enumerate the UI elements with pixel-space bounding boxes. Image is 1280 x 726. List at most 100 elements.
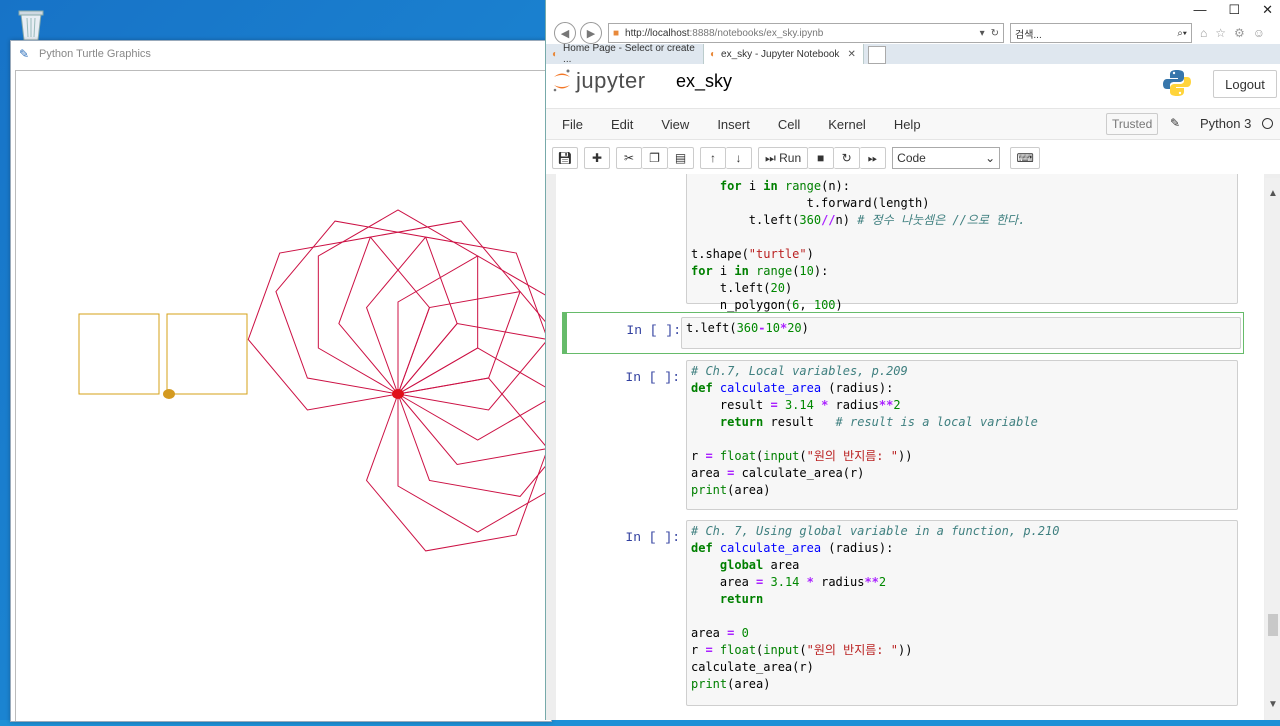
cell-code[interactable]: for i in range(n): t.forward(length) t.l… [687,174,1237,316]
home-icon[interactable]: ⌂ [1200,26,1207,40]
code-cell[interactable]: In [ ]: # Ch.7, Local variables, p.209 d… [562,360,1244,510]
tab-label: ex_sky - Jupyter Notebook [721,48,840,60]
turtle-canvas [15,70,580,721]
cell-type-select[interactable]: Code ⌄ [892,147,1001,169]
address-bar[interactable]: ■ http://localhost:8888/notebooks/ex_sky… [608,23,1004,43]
tab-ex-sky[interactable]: ◐ ex_sky - Jupyter Notebook ✕ [704,44,864,64]
jupyter-header: jupyter ex_sky Logout [546,64,1280,104]
code-cell[interactable]: In [ ]: # Ch. 7, Using global variable i… [562,520,1244,706]
turtle-icon [163,389,175,399]
new-tab-button[interactable] [868,46,886,64]
menubar: File Edit View Insert Cell Kernel Help T… [546,108,1280,140]
code-line: t.forward(length) [748,196,930,210]
dropdown-icon[interactable]: ▾ [980,28,985,39]
feather-icon: ✎ [19,47,30,61]
scroll-up-icon[interactable]: ▲ [1268,188,1278,199]
notebook-name[interactable]: ex_sky [676,71,732,92]
url-host: http://localhost [625,27,690,39]
python-logo-icon [1163,70,1191,96]
cell-code[interactable]: t.left(360-10*20) [682,318,1240,339]
code-cell[interactable]: for i in range(n): t.forward(length) t.l… [562,174,1244,312]
keyboard-icon[interactable]: ⌨ [1010,147,1041,169]
chevron-down-icon: ⌄ [985,151,996,165]
refresh-icon[interactable]: ↻ [991,28,999,39]
cell-input[interactable]: # Ch.7, Local variables, p.209 def calcu… [686,360,1238,510]
stop-icon[interactable]: ■ [808,147,835,169]
cell-type-value: Code [897,151,926,165]
edit-pencil-icon[interactable]: ✎ [1170,116,1180,130]
vertical-scrollbar[interactable]: ▲ ▼ [1265,178,1280,720]
close-icon[interactable]: ✕ [1262,2,1273,18]
scrollbar-thumb[interactable] [1268,614,1278,636]
cut-icon[interactable]: ✂ [616,147,642,169]
jupyter-logo-text: jupyter [576,68,646,93]
menu-help[interactable]: Help [878,117,933,132]
step-forward-icon: ⏭︎ [765,150,780,165]
minimize-icon[interactable]: — [1193,2,1206,18]
turtle-graphics-window[interactable]: ✎ Python Turtle Graphics [10,40,580,722]
menu-edit[interactable]: Edit [595,117,645,132]
smiley-icon[interactable]: ☺ [1253,26,1265,40]
menu-file[interactable]: File [546,117,595,132]
move-up-icon[interactable]: ↑ [700,147,726,169]
jupyter-logo-icon [553,69,570,92]
paste-icon[interactable]: ▤ [668,147,694,169]
tab-favicon-icon: ◐ [552,48,559,60]
notebook-area: for i in range(n): t.forward(length) t.l… [546,174,1280,720]
back-arrow-icon[interactable]: ◀ [554,22,576,44]
notebook-page: for i in range(n): t.forward(length) t.l… [556,174,1264,720]
turtle-window-titlebar[interactable]: ✎ Python Turtle Graphics [11,41,551,67]
code-cell-selected[interactable]: In [ ]: t.left(360-10*20) [562,312,1244,354]
hexagon-shape [397,255,558,441]
tab-favicon-icon: ◐ [710,48,717,60]
hexagon-shape [397,347,558,533]
scroll-down-icon[interactable]: ▼ [1268,699,1278,710]
jupyter-logo[interactable]: jupyter [552,68,646,94]
turtle-drawing [78,209,580,552]
square-shape [78,313,160,395]
run-label: Run [779,151,802,165]
search-placeholder: 검색... [1015,29,1042,41]
favorites-star-icon[interactable]: ☆ [1215,26,1226,40]
move-down-icon[interactable]: ↓ [726,147,752,169]
cell-code[interactable]: # Ch. 7, Using global variable in a func… [687,521,1237,695]
fast-forward-icon[interactable]: ⏩︎ [860,147,887,169]
kernel-status-icon [1262,118,1273,129]
cell-input[interactable]: t.left(360-10*20) [681,317,1241,349]
browser-window[interactable]: — ☐ ✕ ◀ ▶ ■ http://localhost:8888/notebo… [545,0,1280,720]
search-icon[interactable]: ⌕▾ [1177,28,1187,39]
cell-input[interactable]: # Ch. 7, Using global variable in a func… [686,520,1238,706]
logout-button[interactable]: Logout [1213,70,1277,98]
tab-label: Home Page - Select or create ... [563,43,695,65]
recycle-bin-icon[interactable] [14,6,48,42]
menu-cell[interactable]: Cell [762,117,812,132]
search-input[interactable]: 검색... ⌕▾ [1010,23,1192,43]
menu-insert[interactable]: Insert [701,117,762,132]
page-icon: ■ [613,27,620,39]
save-icon[interactable]: 💾︎ [552,147,578,169]
cell-prompt: In [ ]: [625,370,680,385]
cell-prompt: In [ ]: [625,530,680,545]
menu-kernel[interactable]: Kernel [812,117,878,132]
menu-view[interactable]: View [645,117,701,132]
kernel-name: Python 3 [1200,116,1252,131]
restart-icon[interactable]: ↻ [834,147,861,169]
maximize-icon[interactable]: ☐ [1228,2,1240,18]
tab-close-icon[interactable]: ✕ [847,49,855,60]
cell-code[interactable]: # Ch.7, Local variables, p.209 def calcu… [687,361,1237,501]
forward-arrow-icon[interactable]: ▶ [580,22,602,44]
cell-input[interactable]: for i in range(n): t.forward(length) t.l… [686,174,1238,312]
run-button[interactable]: ⏭︎ Run [758,147,809,169]
url-path: :8888/notebooks/ex_sky.ipynb [689,27,824,39]
settings-gear-icon[interactable]: ⚙ [1234,26,1245,40]
turtle-window-title: Python Turtle Graphics [39,48,151,60]
turtle-icon [392,389,404,399]
add-cell-icon[interactable]: ✚ [584,147,610,169]
trusted-badge[interactable]: Trusted [1106,113,1159,135]
copy-icon[interactable]: ❐ [642,147,668,169]
notebook-toolbar: 💾︎ ✚ ✂ ❐ ▤ ↑ ↓ ⏭︎ Run ■ ↻ ⏩︎ Code ⌄ ⌨ [546,142,1280,174]
tab-home-page[interactable]: ◐ Home Page - Select or create ... [546,43,704,65]
browser-tabs: ◐ Home Page - Select or create ... ◐ ex_… [546,43,1280,65]
square-shape [166,313,248,395]
cell-prompt: In [ ]: [626,323,681,338]
